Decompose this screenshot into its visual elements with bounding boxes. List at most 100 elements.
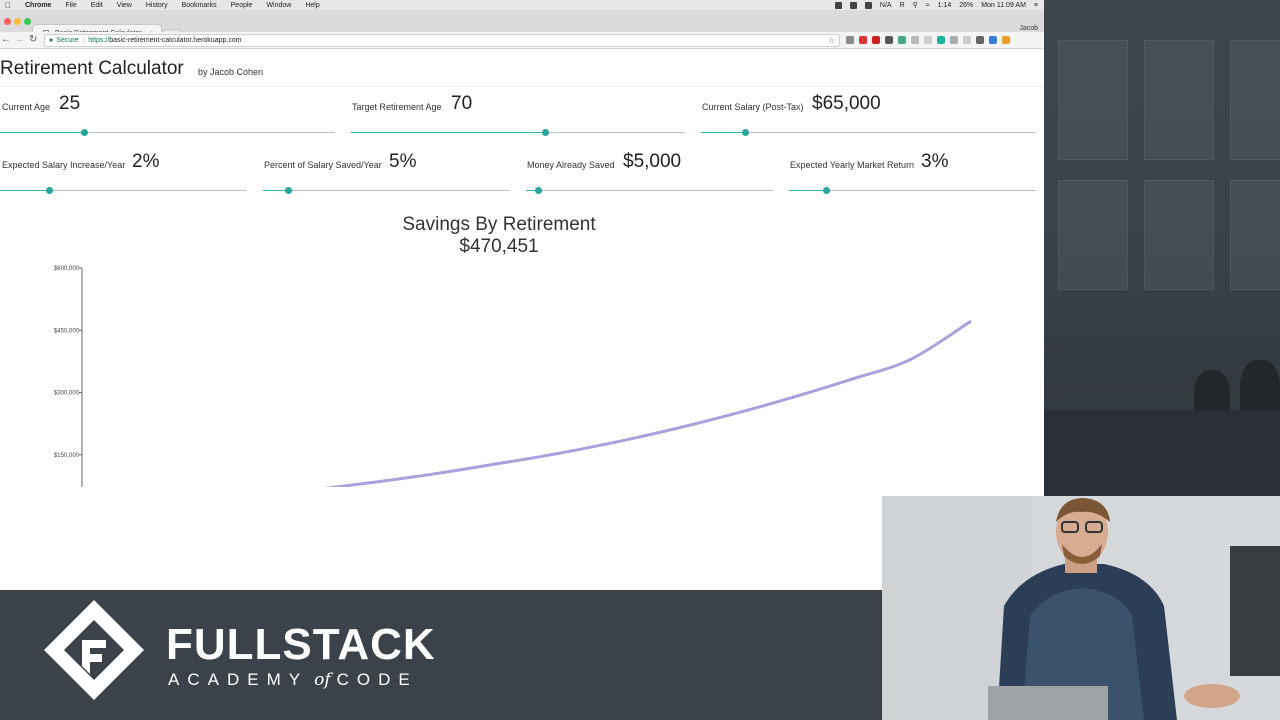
menu-history[interactable]: History (146, 2, 168, 9)
slider-thumb[interactable] (285, 187, 292, 194)
extension-icon[interactable] (924, 36, 932, 44)
brand-tagline: ACADEMY of CODE (168, 670, 418, 690)
menu-bookmarks[interactable]: Bookmarks (182, 2, 217, 9)
slider-thumb[interactable] (46, 187, 53, 194)
address-bar[interactable]: ● Secure | https:// basic-retirement-cal… (44, 34, 840, 47)
market-return-value: 3% (921, 151, 949, 172)
data-point (791, 396, 794, 399)
wifi-icon[interactable]: ≈ (926, 2, 930, 9)
market-return-slider[interactable] (789, 187, 1036, 194)
clock[interactable]: Mon 11:09 AM (981, 2, 1026, 9)
extension-icon[interactable] (885, 36, 893, 44)
fullstack-logo-icon (44, 600, 144, 700)
salary-increase-label: Expected Salary Increase/Year (2, 160, 126, 170)
presenter-video (882, 496, 1280, 720)
studio-background (1044, 0, 1280, 496)
menu-window[interactable]: Window (266, 2, 291, 9)
extension-icon[interactable] (911, 36, 919, 44)
slider-fill (0, 190, 49, 191)
slider-thumb[interactable] (542, 129, 549, 136)
slider-fill (0, 132, 84, 133)
salary-slider[interactable] (701, 129, 1036, 136)
percent-saved-slider[interactable] (263, 187, 510, 194)
menu-view[interactable]: View (117, 2, 132, 9)
status-na[interactable]: N/A (880, 2, 892, 9)
data-point (910, 358, 912, 361)
maximize-window-icon[interactable] (24, 18, 31, 25)
browser-toolbar: ← → ↻ ● Secure | https:// basic-retireme… (0, 32, 1044, 49)
current-age-slider[interactable] (0, 129, 335, 136)
page-title: Retirement Calculator (0, 58, 184, 79)
data-point (732, 413, 734, 415)
slider-fill (789, 190, 826, 191)
bookmark-star-icon[interactable]: ☆ (828, 36, 835, 45)
extension-icon[interactable] (1002, 36, 1010, 44)
current-age-value: 25 (59, 93, 81, 114)
extension-icon[interactable] (976, 36, 984, 44)
back-arrow-icon[interactable]: ← (1, 34, 11, 45)
dropbox-icon[interactable] (849, 1, 857, 9)
menu-app-name[interactable]: Chrome (25, 2, 51, 9)
profile-name[interactable]: Jacob (1019, 25, 1038, 32)
money-saved-value: $5,000 (623, 151, 682, 172)
salary-value: $65,000 (812, 93, 881, 114)
slider-thumb[interactable] (823, 187, 830, 194)
extension-icon[interactable] (989, 36, 997, 44)
retirement-age-slider[interactable] (351, 129, 685, 136)
retirement-age-label: Target Retirement Age (352, 102, 442, 112)
percent-saved-value: 5% (389, 151, 417, 172)
extension-icon[interactable] (859, 36, 867, 44)
brand-tagline-left: ACADEMY (168, 670, 309, 689)
savings-line (324, 320, 972, 487)
mac-menubar:  Chrome File Edit View History Bookmark… (0, 0, 1044, 10)
page-byline: by Jacob Cohen (198, 67, 264, 77)
close-window-icon[interactable] (4, 18, 11, 25)
slider-fill (701, 132, 745, 133)
brand-tagline-of: of (314, 670, 331, 690)
minimize-window-icon[interactable] (14, 18, 21, 25)
forward-arrow-icon[interactable]: → (14, 34, 24, 45)
divider (0, 86, 1044, 87)
tray-icon[interactable] (864, 1, 872, 9)
ublock-icon[interactable] (872, 36, 880, 44)
current-age-label: Current Age (2, 102, 51, 112)
status-r[interactable]: R (900, 2, 905, 9)
data-point (850, 378, 853, 381)
slider-thumb[interactable] (535, 187, 542, 194)
data-point (673, 428, 675, 430)
retirement-age-value: 70 (451, 93, 473, 114)
extension-icon[interactable] (950, 36, 958, 44)
url-scheme: https:// (88, 37, 110, 44)
salary-increase-slider[interactable] (0, 187, 247, 194)
salary-label: Current Salary (Post-Tax) (702, 102, 804, 112)
money-saved-slider[interactable] (526, 187, 773, 194)
data-point (436, 472, 439, 475)
cast-icon[interactable] (846, 36, 854, 44)
menu-edit[interactable]: Edit (91, 2, 103, 9)
notification-list-icon[interactable]: ≡ (1034, 2, 1038, 9)
extension-icons (846, 36, 1010, 44)
battery-time[interactable]: 1:14 (938, 2, 952, 9)
tray-icon[interactable] (834, 1, 842, 9)
menu-people[interactable]: People (231, 2, 253, 9)
data-point (614, 441, 616, 444)
y-tick-label: $600,000 (54, 266, 80, 272)
extension-icon[interactable] (898, 36, 906, 44)
slider-thumb[interactable] (81, 129, 88, 136)
extension-icon[interactable] (963, 36, 971, 44)
slider-fill (351, 132, 545, 133)
menu-file[interactable]: File (65, 2, 76, 9)
chart-title: Savings By Retirement (402, 214, 596, 235)
slider-thumb[interactable] (742, 129, 749, 136)
extension-icon[interactable] (937, 36, 945, 44)
data-point (554, 453, 557, 455)
reload-icon[interactable]: ↻ (29, 34, 37, 45)
tab-strip: Basic Retirement Calculator × Jacob (0, 10, 1044, 41)
apple-icon[interactable]:  (5, 1, 11, 10)
search-icon[interactable]: ⚲ (913, 1, 918, 9)
menu-help[interactable]: Help (305, 2, 319, 9)
battery-percent[interactable]: 26% (959, 2, 973, 9)
address-separator: | (82, 37, 85, 44)
data-point (377, 480, 379, 483)
market-return-label: Expected Yearly Market Return (790, 160, 915, 170)
